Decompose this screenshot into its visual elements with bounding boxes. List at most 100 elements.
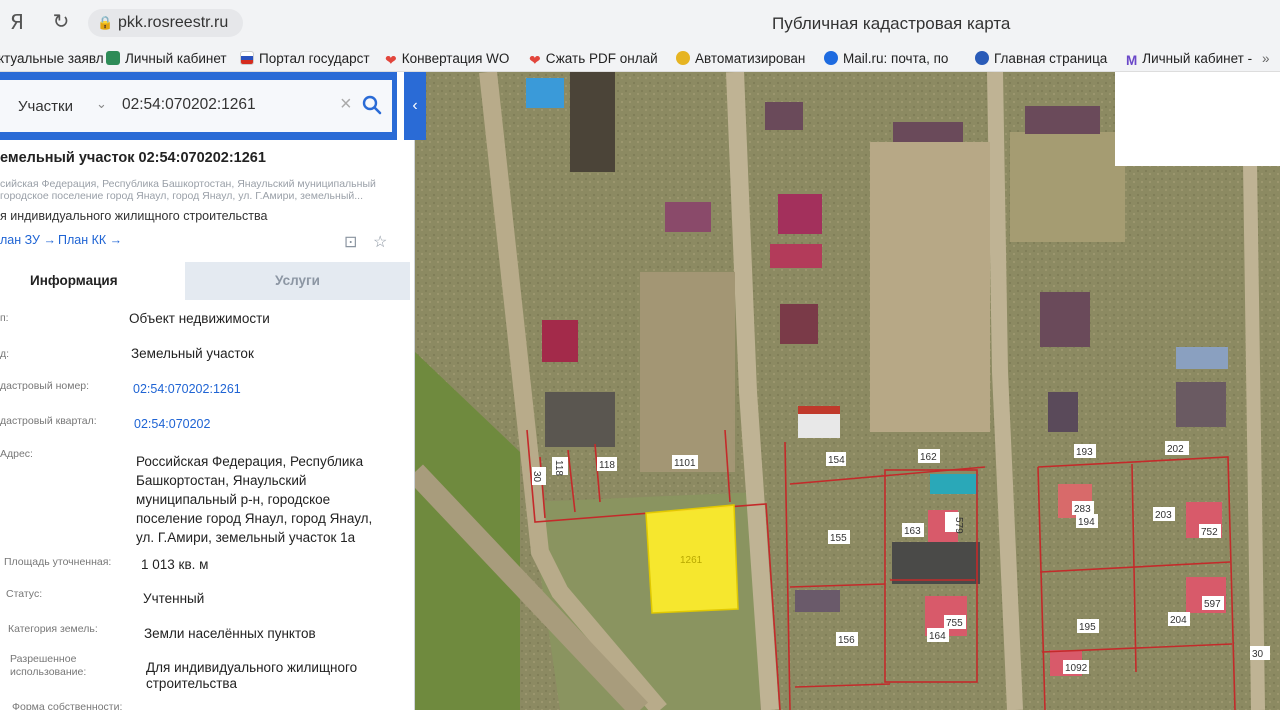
search-bar: Участки ⌄ 02:54:070202:1261 × (0, 72, 397, 140)
parcel-label: 204 (1170, 615, 1187, 626)
address-line: городское поселение город Янаул, город Я… (0, 190, 363, 202)
row-value: Для индивидуального жилищного строительс… (146, 660, 357, 692)
search-icon[interactable] (362, 95, 382, 115)
bookmark-4[interactable]: ❤ Конвертация WO (385, 49, 509, 69)
row-label: Категория земель: (8, 623, 98, 635)
address-line: сийская Федерация, Республика Башкортост… (0, 178, 376, 190)
address-value: Российская Федерация, Республика Башкорт… (136, 452, 372, 547)
row-label: Площадь уточненная: (4, 556, 112, 568)
row-value: Земли населённых пунктов (144, 626, 316, 641)
plan-kk-link[interactable]: План КК → (58, 233, 122, 247)
tabs: Информация Услуги (0, 262, 410, 300)
bookmark-label: ктуальные заявл (0, 51, 104, 66)
roof (1176, 382, 1226, 427)
parcel-label: 154 (828, 455, 845, 466)
tab-information[interactable]: Информация (0, 262, 185, 300)
parcel-label: 118 (553, 460, 564, 476)
bookmark-7[interactable]: Mail.ru: почта, по (824, 49, 948, 69)
roof (1040, 292, 1090, 347)
cadastral-number-link[interactable]: 02:54:070202:1261 (133, 381, 241, 397)
row-label: Разрешенное использование: (10, 653, 86, 679)
address-value-line: муниципальный р-н, городское (136, 492, 331, 507)
lot (1010, 132, 1125, 242)
row-label: Статус: (6, 588, 43, 600)
zoom-to-object-icon[interactable]: ⊡ (344, 232, 357, 252)
roof (780, 304, 818, 344)
row-label: дастровый квартал: (0, 415, 97, 427)
info-panel: Участки ⌄ 02:54:070202:1261 × емельный у… (0, 72, 415, 710)
bookmark-label: Автоматизирован (695, 51, 806, 66)
bookmark-8[interactable]: Главная страница (975, 49, 1107, 69)
chevron-down-icon[interactable]: ⌄ (96, 96, 107, 112)
row-value: Земельный участок (131, 346, 254, 361)
road-far-east (1243, 161, 1265, 710)
bookmark-label: Личный кабинет - (1142, 51, 1253, 66)
roof (770, 244, 822, 268)
parcel-label: 194 (1078, 517, 1095, 528)
address-value-line: Российская Федерация, Республика (136, 454, 364, 469)
bookmark-9[interactable]: M Личный кабинет - (1126, 49, 1252, 69)
roof (892, 542, 980, 584)
bookmark-2[interactable]: Личный кабинет (106, 49, 227, 69)
parcel-label: 30 (531, 471, 542, 483)
cadastral-quarter-link[interactable]: 02:54:070202 (134, 416, 210, 432)
bookmark-1[interactable]: ктуальные заявл (0, 49, 104, 69)
yandex-logo-icon[interactable]: Я (4, 9, 30, 35)
parcel-label: 202 (1167, 444, 1184, 455)
address-value-line: Башкортостан, Янаульский (136, 473, 307, 488)
roof (778, 194, 822, 234)
search-type-select[interactable]: Участки (18, 98, 73, 115)
parcel-label: 30 (1252, 649, 1264, 660)
bookmark-label: Главная страница (994, 51, 1108, 66)
roof-blue (526, 78, 564, 108)
clear-icon[interactable]: × (340, 93, 352, 116)
row-value: Учтенный (143, 591, 205, 606)
collapse-panel-button[interactable]: ‹ (404, 72, 426, 140)
emblem-icon (676, 51, 690, 65)
address-value-line: поселение город Янаул, город Янаул, (136, 511, 373, 526)
bookmark-5[interactable]: ❤ Сжать PDF онлай (529, 49, 658, 69)
parcel-label: 164 (929, 631, 946, 642)
browser-toolbar: Я ↻ 🔒 pkk.rosreestr.ru Публичная кадастр… (0, 0, 1280, 45)
parcel-label: 163 (904, 526, 921, 537)
address-bar[interactable]: 🔒 pkk.rosreestr.ru (88, 9, 243, 37)
parcel-label: 1101 (674, 458, 696, 469)
tab-services[interactable]: Услуги (185, 262, 410, 300)
lot (640, 272, 735, 472)
roof (798, 406, 840, 414)
label-line: Разрешенное (10, 653, 77, 665)
parcel-label: 597 (1204, 599, 1221, 610)
parcel-label: 195 (1079, 622, 1096, 633)
parcel-label: 193 (1076, 447, 1093, 458)
parcel-label: 283 (1074, 504, 1091, 515)
search-input[interactable]: 02:54:070202:1261 (122, 96, 256, 114)
bookmark-label: Сжать PDF онлай (545, 51, 658, 66)
gosuslugi-icon (106, 51, 120, 65)
object-address: сийская Федерация, Республика Башкортост… (0, 178, 400, 202)
search-box: Участки ⌄ 02:54:070202:1261 × (0, 80, 392, 132)
roof (795, 590, 840, 612)
bookmark-3[interactable]: Портал государст (240, 49, 370, 69)
roof-red (542, 320, 578, 362)
star-icon[interactable]: ☆ (373, 232, 387, 252)
selected-parcel-label: 1261 (680, 555, 703, 566)
roof (930, 474, 978, 494)
heart-icon: ❤ (385, 52, 397, 68)
plan-zu-link[interactable]: лан ЗУ → (0, 233, 56, 247)
flag-icon (240, 51, 254, 65)
parcel-label: 752 (1201, 527, 1218, 538)
bookmark-label: Портал государст (259, 51, 370, 66)
row-label: п: (0, 312, 9, 324)
parcel-label: 156 (838, 635, 855, 646)
parcel-label: 755 (946, 618, 963, 629)
row-label: д: (0, 348, 10, 360)
parcel-label: 155 (830, 533, 847, 544)
refresh-icon[interactable]: ↻ (48, 9, 74, 35)
parcel-label: 203 (1155, 510, 1172, 521)
row-label: Форма собственности: (12, 701, 123, 710)
row-label: Адрес: (0, 448, 33, 460)
roof (765, 102, 803, 130)
lot (570, 72, 615, 172)
bookmark-6[interactable]: Автоматизирован (676, 49, 805, 69)
bookmarks-more-icon[interactable]: » (1262, 49, 1270, 69)
